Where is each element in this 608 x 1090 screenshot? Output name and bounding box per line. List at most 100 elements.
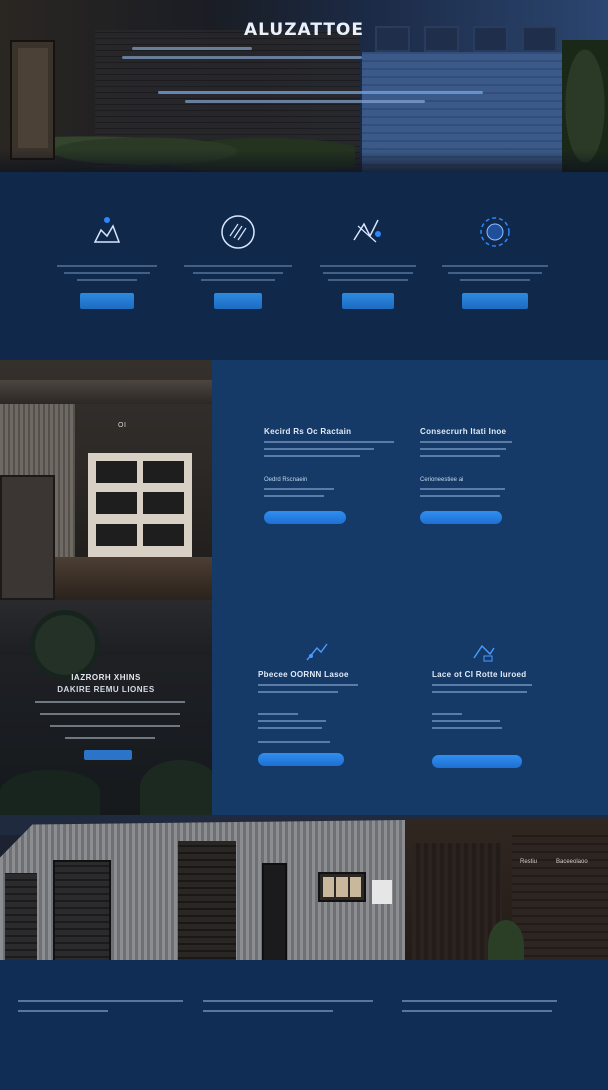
entrance-photo: OI — [0, 360, 212, 600]
feature-button[interactable] — [214, 293, 262, 309]
footer-column-1 — [18, 1000, 203, 1020]
card-text — [264, 441, 394, 443]
footer-text — [402, 1010, 552, 1012]
sign-plate — [372, 880, 392, 904]
feature-button[interactable] — [342, 293, 394, 309]
card-text — [432, 684, 532, 686]
garage-door-1 — [5, 873, 37, 963]
promo-text-line-4 — [65, 737, 155, 739]
card-detail-heading — [432, 713, 462, 715]
card-detail-line-2 — [264, 495, 324, 497]
feature-description — [448, 272, 542, 274]
card-button[interactable] — [420, 511, 502, 524]
footer — [0, 960, 608, 1090]
card-text-line-2 — [264, 448, 374, 450]
side-gate — [0, 475, 55, 600]
feature-title-text — [184, 265, 292, 267]
card-detail — [420, 488, 505, 490]
footer-heading — [18, 1000, 183, 1002]
card-subtitle: Cerioneestiee ai — [420, 477, 464, 483]
garage-door-3 — [178, 841, 236, 971]
hero-tagline — [132, 47, 252, 50]
promo-photo: IAZRORH XHINS DAKIRE REMU LIONES — [0, 600, 212, 815]
card-text — [420, 441, 512, 443]
card-detail-line-2 — [432, 727, 502, 729]
garage-door-2 — [53, 860, 111, 965]
card-text-line-3 — [264, 455, 360, 457]
globe-icon — [475, 212, 515, 252]
hand-remote-icon — [87, 212, 127, 252]
footer-heading — [402, 1000, 557, 1002]
feature-button[interactable] — [462, 293, 528, 309]
card-detail — [264, 488, 334, 490]
service-card-3: Pbecee OORNN Lasoe — [258, 640, 428, 766]
footer-heading — [203, 1000, 373, 1002]
service-card-4: Lace ot CI Rotte Iuroed — [432, 640, 602, 768]
feature-description-line-2 — [77, 279, 137, 281]
door-label-2: Baceeolaoo — [556, 859, 588, 865]
feature-title-text — [442, 265, 548, 267]
entry-door — [262, 863, 287, 971]
wrench-icon — [303, 640, 331, 664]
service-card-1: Kecird Rs Oc Ractain Oedrd Rscnaein — [264, 427, 434, 524]
card-detail-line-2 — [420, 495, 500, 497]
card-title: Kecird Rs Oc Ractain — [264, 427, 352, 436]
card-detail-line-2 — [258, 727, 322, 729]
promo-text-line-3 — [50, 725, 180, 727]
feature-title-text — [57, 265, 157, 267]
card-button[interactable] — [264, 511, 346, 524]
window — [318, 872, 366, 902]
card-title: Pbecee OORNN Lasoe — [258, 670, 349, 679]
entrance-sign: OI — [118, 422, 127, 429]
card-text — [258, 684, 358, 686]
feature-tools — [308, 212, 428, 309]
features-section — [0, 172, 608, 360]
hero-description-line-2 — [185, 100, 425, 103]
footer-column-3 — [402, 1000, 587, 1020]
card-text-line-2 — [258, 691, 338, 693]
feature-globe — [435, 212, 555, 309]
feature-remote — [47, 212, 167, 309]
remote-icon — [470, 640, 498, 664]
card-detail — [258, 720, 326, 722]
garage-showcase-photo: Restiu Baceeolaoo — [0, 815, 608, 975]
service-card-2: Consecrurh Itati Inoe Cerioneestiee ai — [420, 427, 590, 524]
promo-text — [35, 701, 185, 703]
promo-title: IAZRORH XHINS — [71, 673, 141, 682]
card-text-line-3 — [420, 455, 500, 457]
card-detail — [432, 720, 500, 722]
feature-door — [178, 212, 298, 309]
card-note — [258, 741, 330, 743]
card-subtitle: Oedrd Rscnaein — [264, 477, 308, 483]
door-label: Restiu — [520, 859, 538, 865]
garage-door-icon — [218, 212, 258, 252]
promo-button[interactable] — [84, 750, 132, 760]
glass-double-door — [88, 453, 192, 557]
footer-text — [18, 1010, 108, 1012]
card-text-line-2 — [420, 448, 506, 450]
hero-tagline-line-2 — [122, 56, 362, 59]
card-button[interactable] — [432, 755, 522, 768]
feature-button[interactable] — [80, 293, 134, 309]
dark-garage-door — [512, 835, 608, 971]
card-button[interactable] — [258, 753, 344, 766]
feature-title-text — [320, 265, 416, 267]
tools-icon — [348, 212, 388, 252]
feature-description — [193, 272, 283, 274]
feature-description — [64, 272, 150, 274]
feature-description-line-2 — [201, 279, 275, 281]
card-title: Consecrurh Itati Inoe — [420, 427, 507, 436]
hero-banner: ALUZATTOE — [0, 0, 608, 172]
card-text-line-2 — [432, 691, 527, 693]
footer-text — [203, 1010, 333, 1012]
feature-description-line-2 — [328, 279, 408, 281]
site-title: ALUZATTOE — [244, 20, 364, 40]
feature-description — [323, 272, 413, 274]
card-title: Lace ot CI Rotte Iuroed — [432, 670, 527, 679]
footer-column-2 — [203, 1000, 388, 1020]
promo-subtitle: DAKIRE REMU LIONES — [57, 685, 155, 694]
card-detail-heading — [258, 713, 298, 715]
promo-text-line-2 — [40, 713, 180, 715]
front-door-image — [10, 40, 55, 160]
hero-description — [158, 91, 483, 94]
